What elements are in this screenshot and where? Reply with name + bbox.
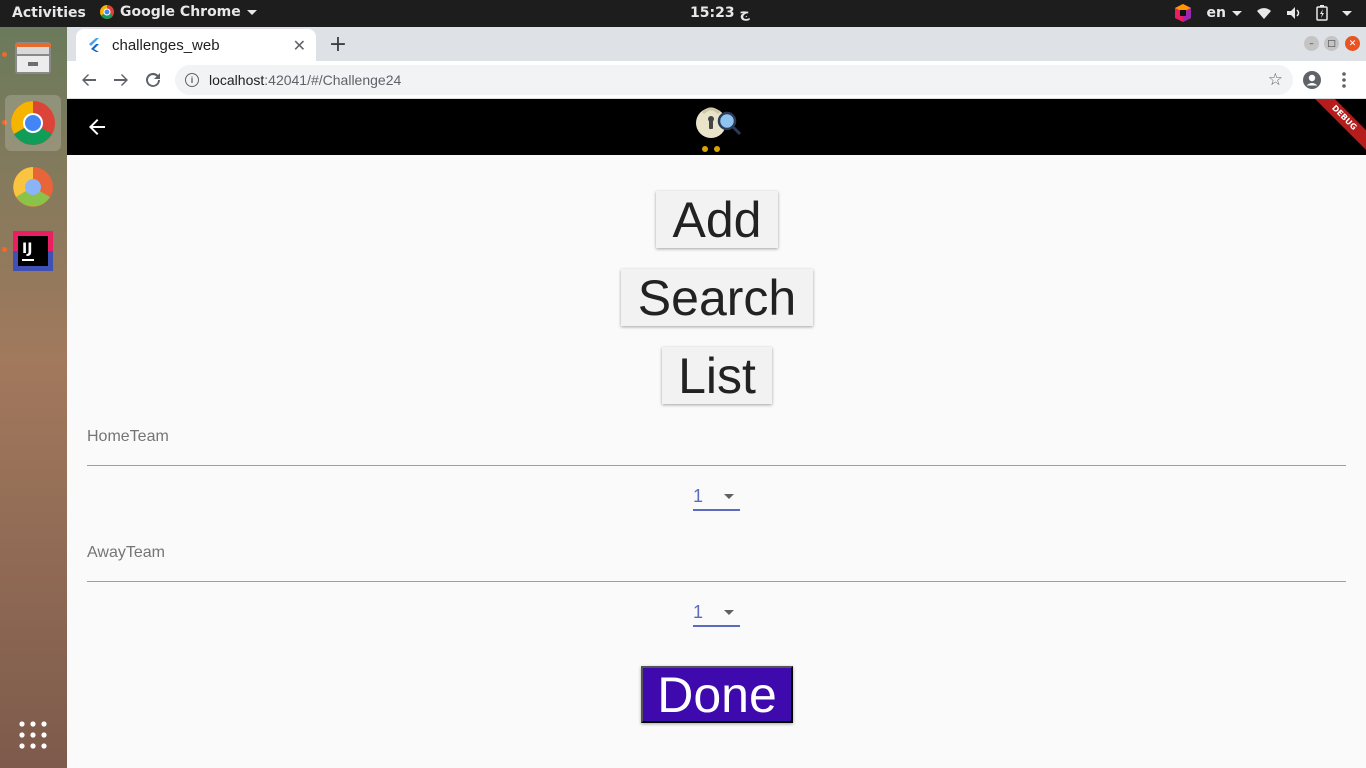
minimize-icon[interactable]: –	[1304, 36, 1319, 51]
away-team-input-underline[interactable]	[87, 581, 1346, 582]
browser-window: challenges_web ✕ + – □ ✕ i localhost :42…	[67, 27, 1366, 768]
system-tray[interactable]: en	[1173, 3, 1352, 23]
home-team-field-label: HomeTeam	[87, 428, 169, 445]
search-button[interactable]: Search	[621, 269, 813, 326]
file-manager-icon[interactable]	[5, 30, 61, 86]
app-menu-label: Google Chrome	[120, 4, 241, 20]
forward-icon[interactable]	[109, 68, 133, 92]
list-button[interactable]: List	[662, 347, 772, 404]
maximize-icon[interactable]: □	[1324, 36, 1339, 51]
wifi-icon	[1257, 8, 1271, 19]
away-team-field-label: AwayTeam	[87, 544, 165, 561]
intellij-icon[interactable]: IJ	[5, 223, 61, 279]
close-window-icon[interactable]: ✕	[1345, 36, 1360, 51]
url-host: localhost	[209, 72, 265, 88]
home-team-input-underline[interactable]	[87, 465, 1346, 466]
flutter-favicon-icon	[86, 37, 102, 53]
menu-icon[interactable]	[1332, 68, 1356, 92]
show-apps-icon[interactable]	[5, 707, 61, 763]
chevron-down-icon	[1342, 10, 1352, 16]
tab-title: challenges_web	[112, 36, 220, 54]
app-logo-icon	[689, 101, 743, 153]
clock[interactable]: 15:23 ج	[690, 5, 750, 21]
activities-button[interactable]: Activities	[12, 5, 86, 21]
app-viewport: DEBUG Add Search List HomeTeam 1 AwayTea…	[67, 99, 1366, 768]
app-bar: DEBUG	[67, 99, 1366, 157]
chromium-icon[interactable]	[5, 159, 61, 215]
tab-strip: challenges_web ✕ + – □ ✕	[67, 27, 1366, 61]
battery-icon	[1316, 5, 1328, 21]
svg-text:IJ: IJ	[22, 241, 32, 257]
home-team-dropdown-value: 1	[693, 485, 704, 506]
language-label: en	[1206, 5, 1226, 21]
language-selector[interactable]: en	[1207, 5, 1242, 21]
tab-challenges-web[interactable]: challenges_web ✕	[76, 29, 316, 61]
dock: IJ	[0, 27, 67, 768]
away-team-dropdown-value: 1	[693, 601, 704, 622]
url-path: :42041/#/Challenge24	[264, 72, 402, 88]
system-top-bar: Activities Google Chrome 15:23 ج en	[0, 0, 1366, 27]
back-icon[interactable]	[77, 68, 101, 92]
debug-banner: DEBUG	[1305, 99, 1366, 157]
info-icon[interactable]: i	[185, 73, 199, 87]
browser-toolbar: i localhost :42041/#/Challenge24 ☆	[67, 61, 1366, 99]
add-button[interactable]: Add	[656, 191, 778, 248]
new-tab-button[interactable]: +	[325, 31, 351, 57]
dropdown-arrow-icon	[724, 609, 734, 615]
account-icon[interactable]	[1300, 68, 1324, 92]
volume-icon	[1287, 7, 1300, 19]
app-menu[interactable]: Google Chrome	[100, 4, 257, 20]
done-button[interactable]: Done	[641, 666, 793, 723]
chrome-small-icon	[100, 5, 114, 19]
chevron-down-icon	[1232, 10, 1242, 16]
away-team-dropdown[interactable]: 1	[693, 599, 740, 627]
close-tab-icon[interactable]: ✕	[293, 36, 306, 55]
chevron-down-icon	[246, 9, 257, 15]
home-team-dropdown[interactable]: 1	[693, 483, 740, 511]
dropdown-arrow-icon	[724, 493, 734, 499]
chrome-icon[interactable]	[5, 95, 61, 151]
app-indicator-icon	[1174, 4, 1191, 22]
back-arrow-icon[interactable]	[85, 115, 109, 139]
address-bar[interactable]: i localhost :42041/#/Challenge24 ☆	[175, 65, 1293, 95]
reload-icon[interactable]	[141, 68, 165, 92]
star-icon[interactable]: ☆	[1268, 70, 1283, 90]
